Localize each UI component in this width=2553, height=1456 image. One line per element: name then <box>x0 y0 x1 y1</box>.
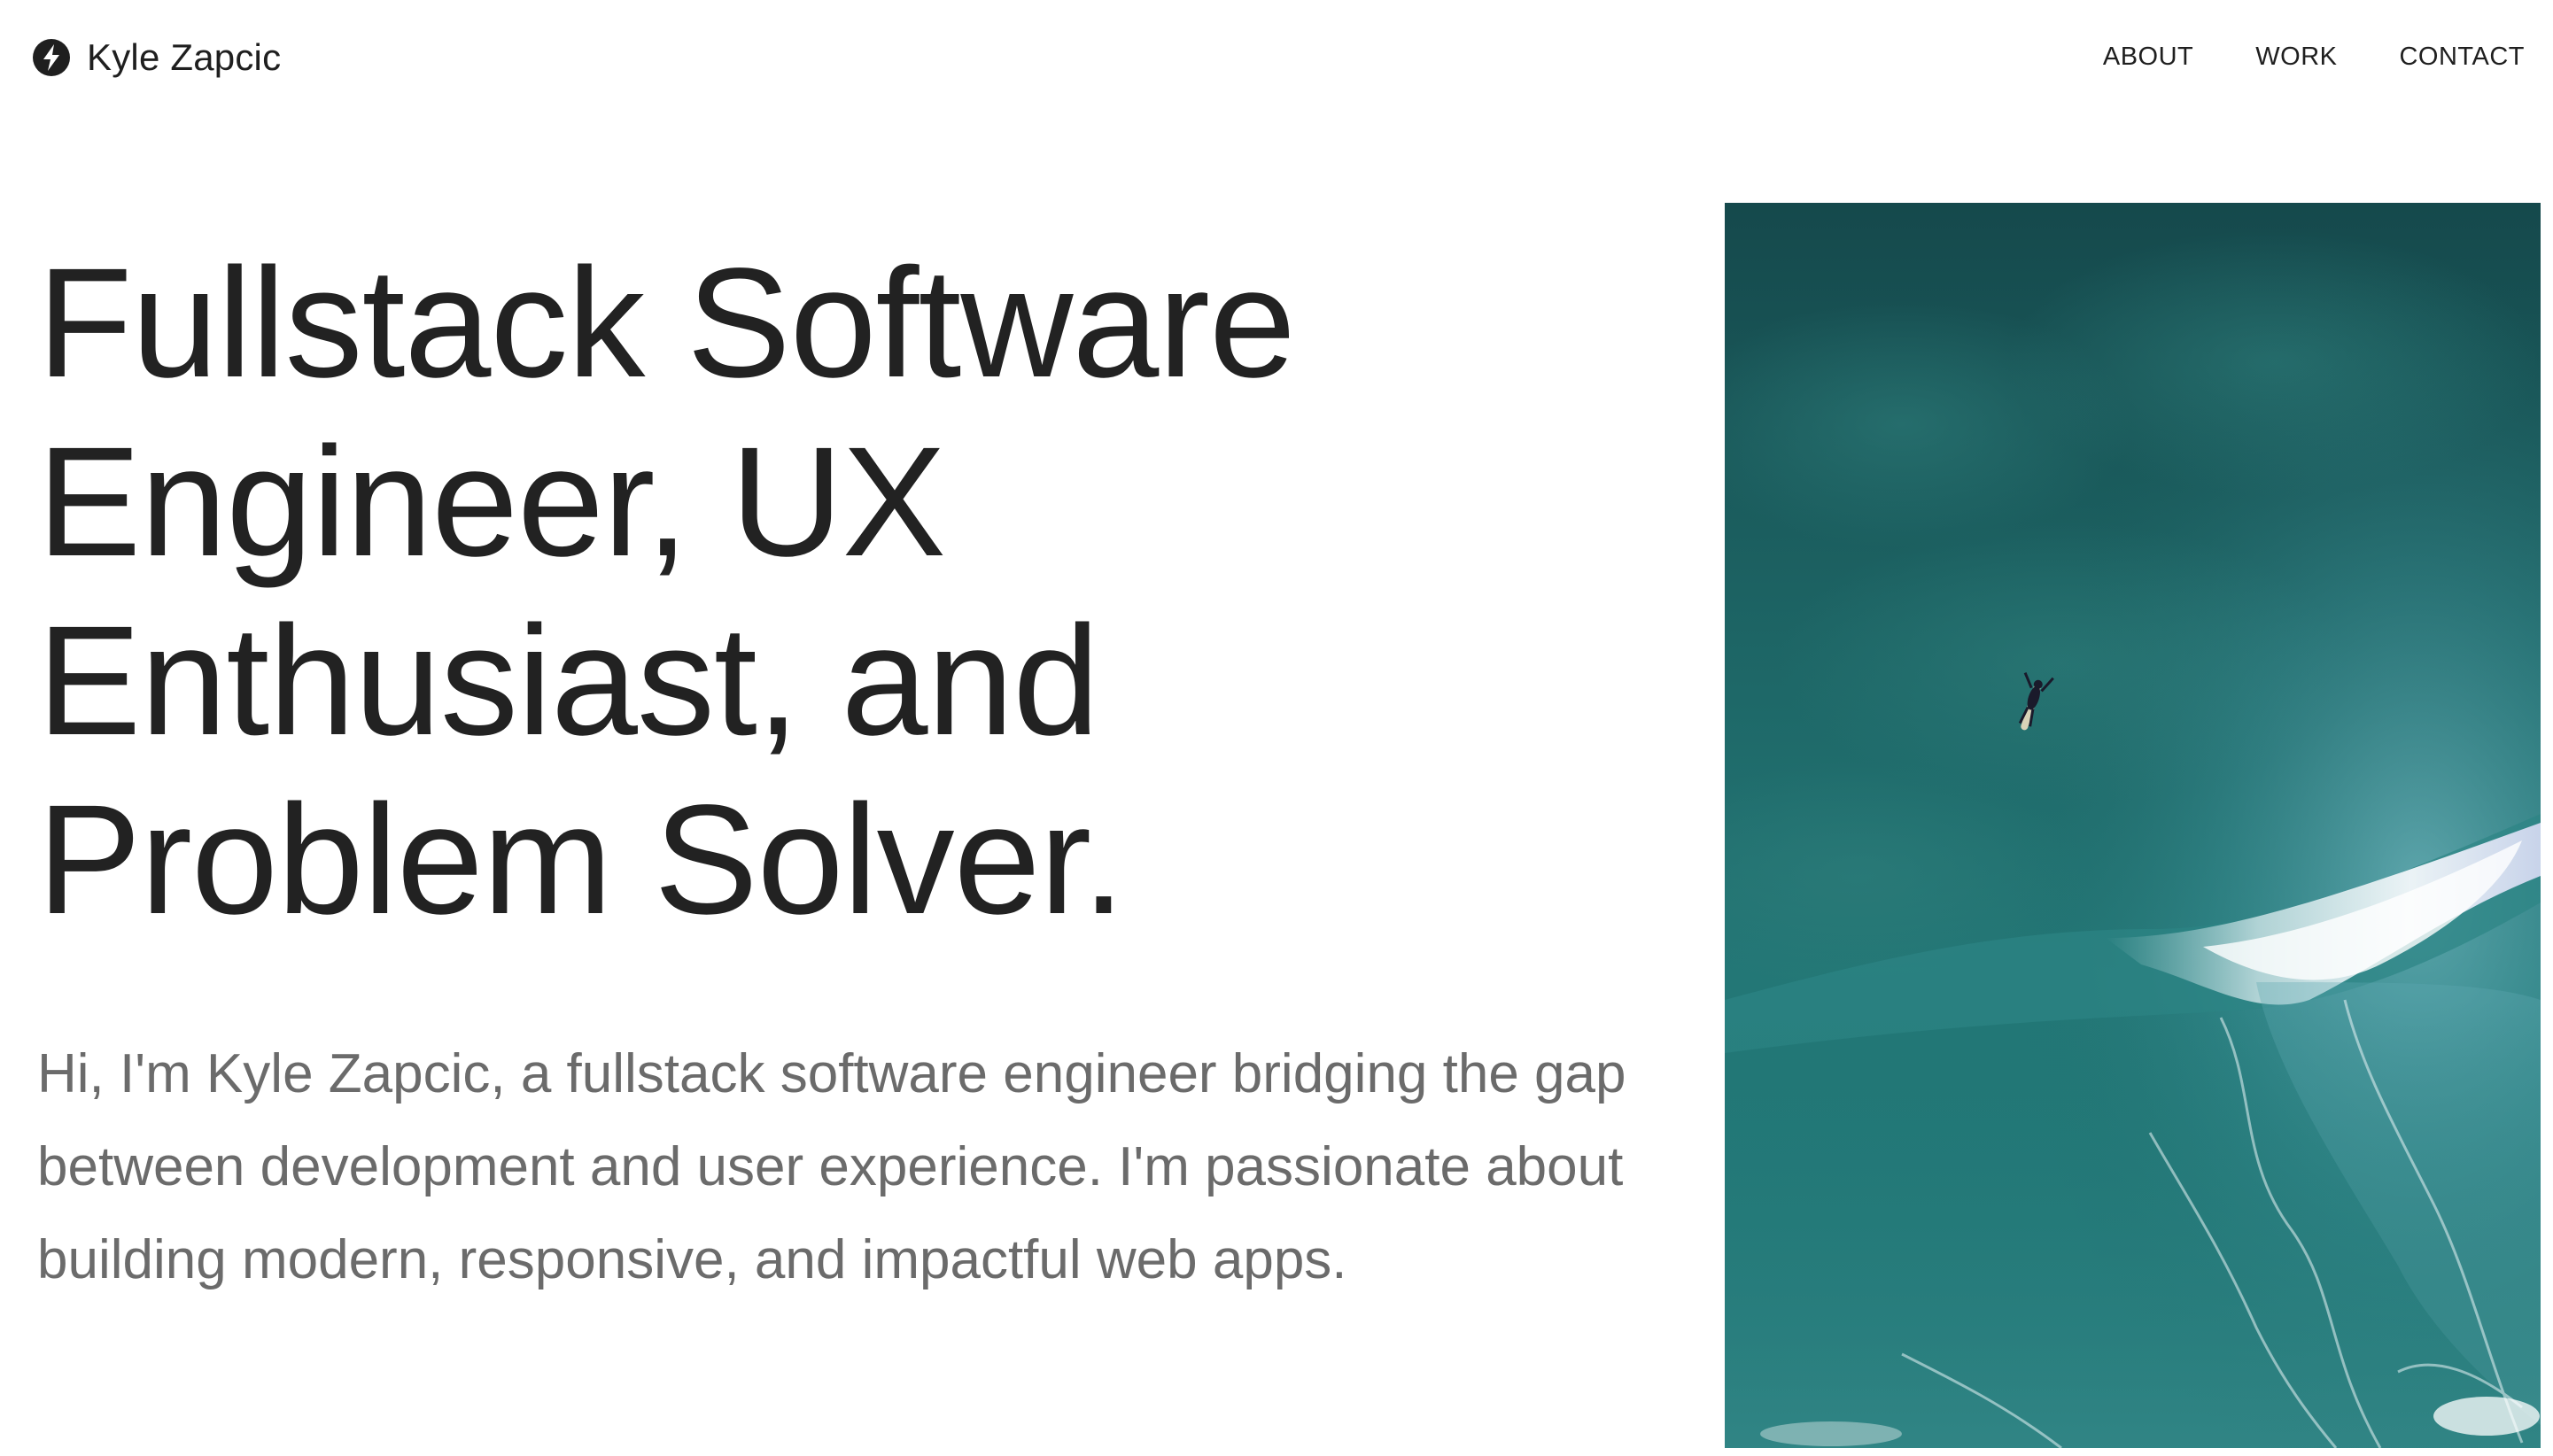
main-nav: ABOUT WORK CONTACT <box>2103 39 2525 74</box>
ocean-surfer-image <box>1725 203 2541 1448</box>
hero-title-line: Problem Solver. <box>37 773 1125 947</box>
nav-link-work[interactable]: WORK <box>2255 39 2337 74</box>
hero-title: Fullstack Software Engineer, UX Enthusia… <box>37 234 1632 949</box>
hero-title-line: Engineer, UX <box>37 415 946 589</box>
hero-photo-ocean-surfer <box>1725 203 2541 1448</box>
nav-link-about[interactable]: ABOUT <box>2103 39 2193 74</box>
hero-title-line: Fullstack Software <box>37 236 1296 410</box>
lightning-bolt-icon <box>32 38 71 77</box>
nav-link-contact[interactable]: CONTACT <box>2399 39 2525 74</box>
brand-home-link[interactable]: Kyle Zapcic <box>32 35 281 80</box>
site-header: Kyle Zapcic ABOUT WORK CONTACT <box>0 0 2553 115</box>
brand-name: Kyle Zapcic <box>87 36 282 78</box>
hero-intro: Hi, I'm Kyle Zapcic, a fullstack softwar… <box>37 1043 1626 1290</box>
hero-title-line: Enthusiast, and <box>37 594 1099 768</box>
